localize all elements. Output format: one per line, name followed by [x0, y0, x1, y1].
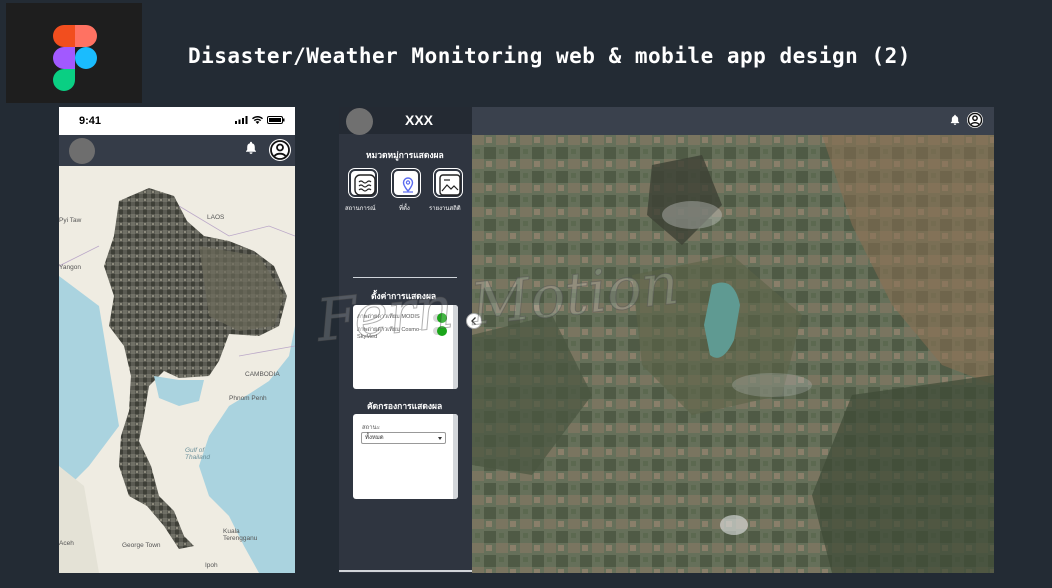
map-label-ipoh: Ipoh	[205, 562, 218, 569]
layer-modis-toggle[interactable]	[433, 313, 447, 323]
web-mockup: XXX หมวดหมู่การแสดงผล สถานการณ์ ที่ตั้ง …	[339, 107, 994, 573]
thailand-satellite-map	[59, 166, 295, 573]
satellite-imagery	[472, 135, 994, 573]
web-satellite-map[interactable]	[472, 135, 994, 573]
sidebar-divider	[353, 277, 457, 278]
layer-modis-label: ภาพถ่ายดาวเทียม MODIS	[357, 314, 420, 320]
wifi-icon	[252, 116, 263, 124]
avatar[interactable]	[346, 108, 373, 135]
status-filter-label: สถานะ	[362, 425, 380, 431]
location-pin-icon	[402, 177, 414, 193]
web-topbar	[472, 107, 994, 135]
category-report-label: รายงานสถิติ	[429, 206, 461, 212]
sidebar-bottom-line	[339, 570, 472, 572]
map-label-yangon: Yangon	[59, 264, 81, 271]
layer-cosmo-label: ภาพถ่ายดาวเทียม Cosmo-SkyMed	[357, 327, 421, 340]
settings-panel: ภาพถ่ายดาวเทียม MODIS ภาพถ่ายดาวเทียม Co…	[353, 305, 458, 389]
battery-icon	[267, 116, 285, 124]
category-report-button[interactable]	[434, 169, 462, 197]
waves-icon	[354, 174, 376, 196]
category-situation-label: สถานการณ์	[345, 206, 376, 212]
filter-panel: สถานะ ทั้งหมด	[353, 414, 458, 499]
status-filter-value: ทั้งหมด	[365, 435, 384, 441]
map-label-phnom-penh: Phnom Penh	[229, 395, 267, 402]
settings-title: ตั้งค่าการแสดงผล	[371, 291, 437, 301]
map-label-laos: LAOS	[207, 214, 225, 221]
map-label-cambodia: CAMBODIA	[245, 371, 280, 378]
map-label-gulf: Gulf of Thailand	[185, 447, 210, 461]
figma-icon	[53, 25, 97, 91]
sidebar: XXX หมวดหมู่การแสดงผล สถานการณ์ ที่ตั้ง …	[339, 107, 472, 573]
categories-title: หมวดหมู่การแสดงผล	[366, 150, 444, 160]
signal-icon	[235, 116, 248, 124]
image-report-icon	[439, 174, 461, 196]
user-profile-icon[interactable]	[269, 139, 291, 161]
chevron-left-icon	[471, 317, 476, 325]
status-icons	[235, 116, 285, 124]
chevron-down-icon	[438, 437, 442, 440]
mobile-map[interactable]: Pyi Taw LAOS Yangon CAMBODIA Phnom Penh …	[59, 166, 295, 573]
map-label-george-town: George Town	[122, 542, 161, 549]
status-bar: 9:41	[59, 107, 295, 135]
page-title: Disaster/Weather Monitoring web & mobile…	[188, 44, 911, 68]
map-label-pyin: Pyi Taw	[59, 217, 82, 224]
collapse-sidebar-button[interactable]	[466, 313, 482, 329]
filter-title: คัดกรองการแสดงผล	[367, 401, 443, 411]
avatar[interactable]	[69, 138, 95, 164]
brand-name: XXX	[405, 112, 434, 128]
category-location-label: ที่ตั้ง	[399, 206, 410, 212]
map-label-kuala: Kuala Terengganu	[223, 528, 258, 542]
status-filter-select[interactable]: ทั้งหมด	[361, 432, 446, 444]
mobile-mockup: 9:41 Pyi Taw LAOS Yangon CAMBODIA Phnom …	[59, 107, 295, 573]
figma-logo	[6, 3, 142, 103]
mobile-header	[59, 135, 295, 166]
category-location-button[interactable]	[392, 169, 420, 197]
layer-cosmo-toggle[interactable]	[433, 326, 447, 336]
user-profile-icon[interactable]	[967, 112, 983, 128]
bell-icon[interactable]	[950, 114, 960, 125]
category-situation-button[interactable]	[349, 169, 377, 197]
sidebar-header: XXX	[339, 107, 472, 135]
map-label-aceh: Aceh	[59, 540, 74, 547]
panel-scrollbar	[453, 414, 458, 499]
bell-icon[interactable]	[245, 141, 257, 154]
status-time: 9:41	[79, 115, 102, 127]
panel-scrollbar	[453, 305, 458, 389]
